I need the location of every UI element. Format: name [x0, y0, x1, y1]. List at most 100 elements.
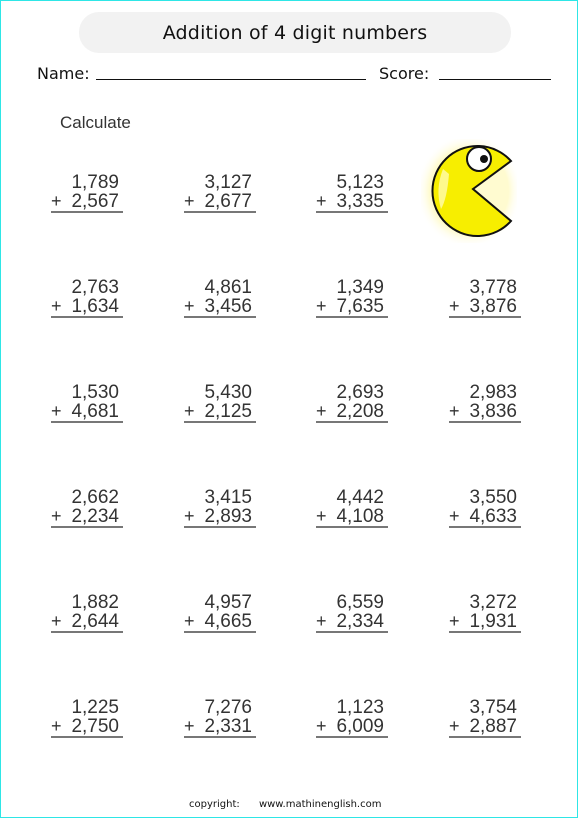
addend-bottom-row: +2,644 [51, 612, 123, 633]
addend-bottom: 2,893 [204, 506, 252, 527]
plus-sign: + [449, 716, 460, 736]
plus-sign: + [184, 716, 195, 736]
plus-sign: + [51, 401, 62, 421]
addend-bottom-row: +7,635 [316, 297, 388, 318]
addend-bottom: 2,567 [71, 191, 119, 212]
addend-top: 2,983 [469, 382, 517, 403]
worksheet-page: Addition of 4 digit numbers Name: Score:… [0, 0, 578, 818]
addition-problem: 1,530 +4,681 [51, 383, 123, 423]
addend-bottom: 1,634 [71, 296, 119, 317]
plus-sign: + [51, 191, 62, 211]
addend-bottom: 3,335 [336, 191, 384, 212]
addend-bottom-row: +2,893 [184, 507, 256, 528]
addend-bottom-row: +2,567 [51, 192, 123, 213]
plus-sign: + [449, 611, 460, 631]
addend-bottom: 2,677 [204, 191, 252, 212]
addend-top: 2,693 [336, 382, 384, 403]
addend-bottom: 2,234 [71, 506, 119, 527]
plus-sign: + [184, 296, 195, 316]
addend-top: 4,957 [204, 592, 252, 613]
addition-problem: 7,276 +2,331 [184, 698, 256, 738]
addend-bottom: 1,931 [469, 611, 517, 632]
addition-problem: 1,225 +2,750 [51, 698, 123, 738]
plus-sign: + [316, 401, 327, 421]
addend-top: 2,763 [71, 277, 119, 298]
plus-sign: + [51, 506, 62, 526]
addend-bottom-row: +3,836 [449, 402, 521, 423]
addend-bottom: 2,887 [469, 716, 517, 737]
addend-bottom-row: +4,665 [184, 612, 256, 633]
addend-bottom-row: +2,234 [51, 507, 123, 528]
addend-bottom: 2,125 [204, 401, 252, 422]
addend-bottom-row: +2,334 [316, 612, 388, 633]
addend-top: 3,415 [204, 487, 252, 508]
copyright-label: copyright: [189, 799, 240, 810]
addend-bottom: 3,836 [469, 401, 517, 422]
addition-problem: 5,123 +3,335 [316, 173, 388, 213]
addition-problem: 4,957 +4,665 [184, 593, 256, 633]
addend-bottom-row: +2,750 [51, 717, 123, 738]
addend-bottom: 2,644 [71, 611, 119, 632]
addend-bottom: 6,009 [336, 716, 384, 737]
name-label: Name: [37, 64, 90, 83]
addition-problem: 1,789 +2,567 [51, 173, 123, 213]
addend-top: 5,430 [204, 382, 252, 403]
addition-problem: 6,559 +2,334 [316, 593, 388, 633]
footer: copyright: www.mathinenglish.com [189, 799, 381, 810]
addend-bottom: 4,633 [469, 506, 517, 527]
addend-top: 7,276 [204, 697, 252, 718]
plus-sign: + [316, 716, 327, 736]
addend-top: 1,225 [71, 697, 119, 718]
addend-bottom: 3,456 [204, 296, 252, 317]
addition-problem: 4,442 +4,108 [316, 488, 388, 528]
plus-sign: + [51, 296, 62, 316]
addend-bottom: 2,208 [336, 401, 384, 422]
addition-problem: 2,763 +1,634 [51, 278, 123, 318]
addend-top: 1,530 [71, 382, 119, 403]
addend-top: 1,349 [336, 277, 384, 298]
plus-sign: + [449, 296, 460, 316]
score-label: Score: [379, 64, 430, 83]
addition-problem: 3,272 +1,931 [449, 593, 521, 633]
addend-bottom-row: +2,887 [449, 717, 521, 738]
addend-bottom: 2,750 [71, 716, 119, 737]
addition-problem: 4,861 +3,456 [184, 278, 256, 318]
addition-problem: 1,882 +2,644 [51, 593, 123, 633]
addend-top: 4,442 [336, 487, 384, 508]
addend-bottom-row: +2,331 [184, 717, 256, 738]
addend-top: 5,123 [336, 172, 384, 193]
addition-problem: 1,123 +6,009 [316, 698, 388, 738]
addend-top: 3,272 [469, 592, 517, 613]
plus-sign: + [316, 611, 327, 631]
title-banner: Addition of 4 digit numbers [79, 12, 511, 53]
addend-bottom-row: +4,108 [316, 507, 388, 528]
addend-bottom: 3,876 [469, 296, 517, 317]
addend-bottom-row: +2,677 [184, 192, 256, 213]
addend-top: 3,754 [469, 697, 517, 718]
pacman-icon [421, 139, 517, 243]
addend-bottom-row: +3,456 [184, 297, 256, 318]
addition-problem: 2,662 +2,234 [51, 488, 123, 528]
addition-problem: 3,415 +2,893 [184, 488, 256, 528]
addition-problem: 2,693 +2,208 [316, 383, 388, 423]
score-field[interactable] [439, 79, 551, 80]
addend-top: 3,778 [469, 277, 517, 298]
addend-bottom: 7,635 [336, 296, 384, 317]
website-link[interactable]: www.mathinenglish.com [259, 799, 382, 810]
addend-bottom: 2,331 [204, 716, 252, 737]
addition-problem: 5,430 +2,125 [184, 383, 256, 423]
addend-top: 6,559 [336, 592, 384, 613]
addend-top: 1,123 [336, 697, 384, 718]
addend-top: 1,789 [71, 172, 119, 193]
plus-sign: + [184, 611, 195, 631]
plus-sign: + [184, 191, 195, 211]
name-field[interactable] [96, 79, 366, 80]
addition-problem: 2,983 +3,836 [449, 383, 521, 423]
addend-top: 4,861 [204, 277, 252, 298]
addend-top: 1,882 [71, 592, 119, 613]
addend-bottom-row: +3,876 [449, 297, 521, 318]
plus-sign: + [449, 506, 460, 526]
plus-sign: + [51, 611, 62, 631]
addend-bottom: 4,108 [336, 506, 384, 527]
instructions: Calculate [60, 113, 131, 132]
